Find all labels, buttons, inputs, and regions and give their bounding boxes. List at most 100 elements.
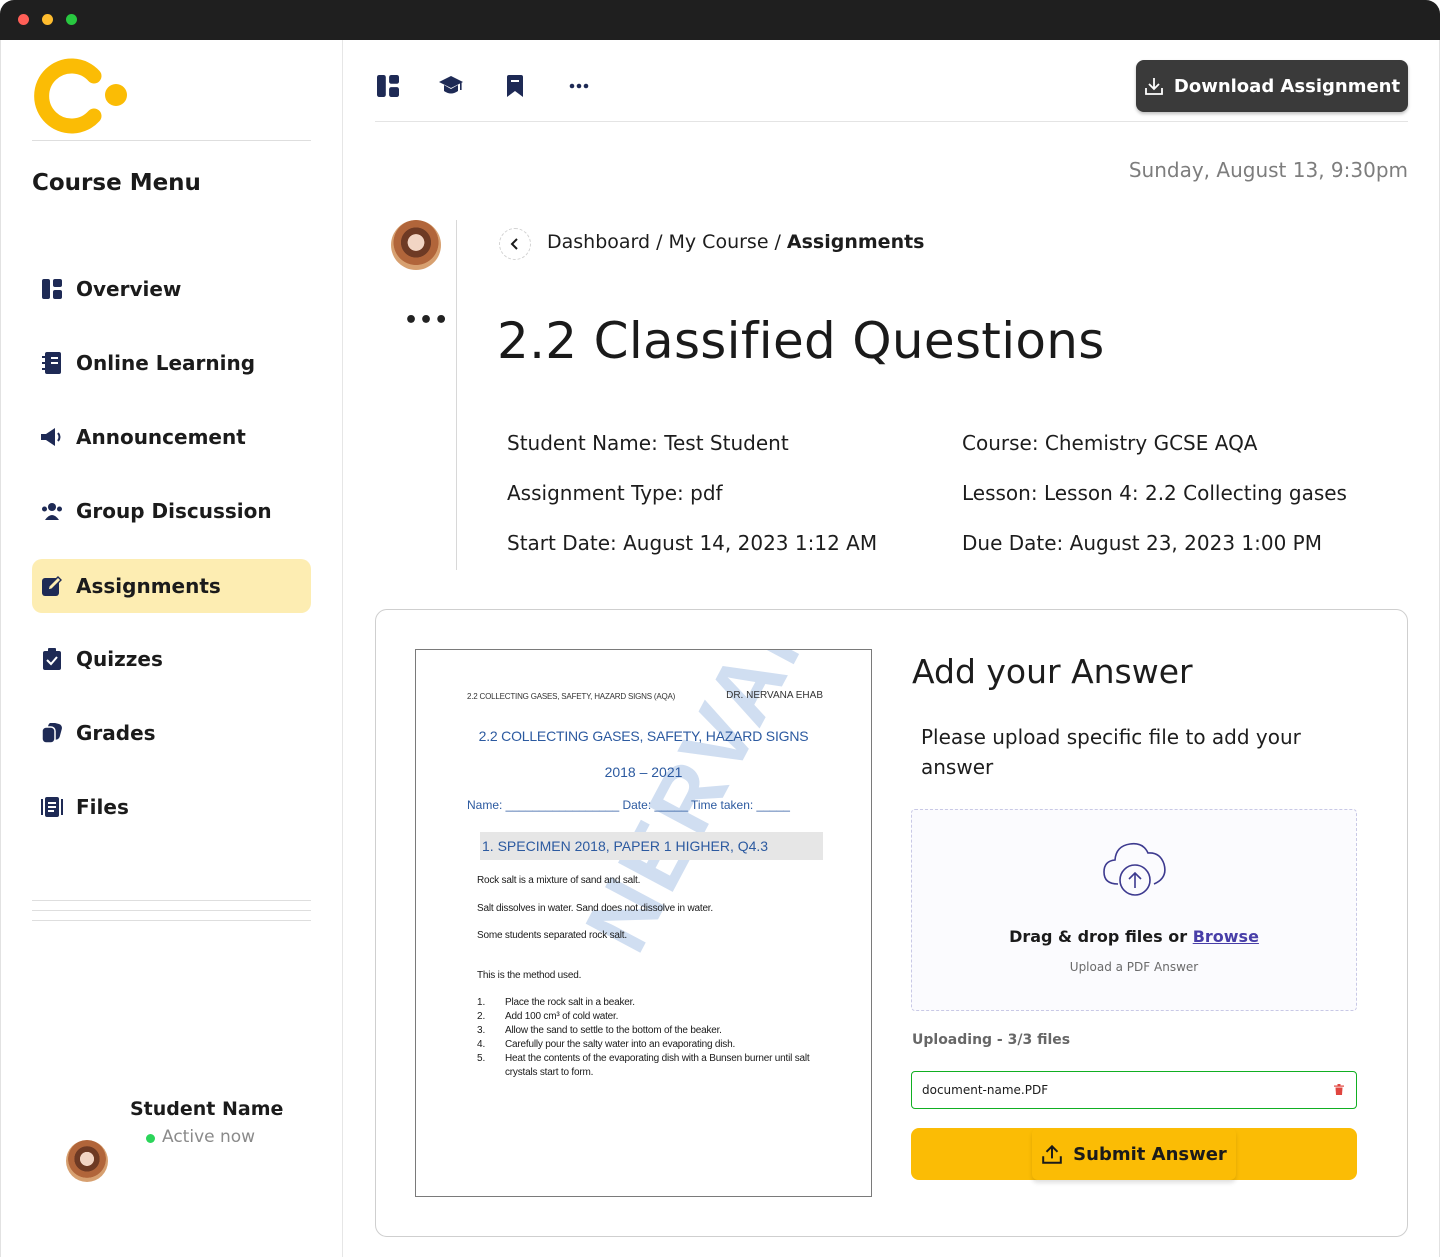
document-question-heading: 1. SPECIMEN 2018, PAPER 1 HIGHER, Q4.3 <box>480 832 823 860</box>
document-step-number: 1. <box>477 997 486 1008</box>
document-step-number: 2. <box>477 1011 486 1022</box>
avatar <box>66 1140 108 1182</box>
dropzone-label: Drag & drop files or <box>1009 927 1188 946</box>
rail-divider <box>456 220 457 570</box>
document-header-left: 2.2 COLLECTING GASES, SAFETY, HAZARD SIG… <box>467 692 676 701</box>
more-icon[interactable]: ••• <box>404 308 449 333</box>
browse-link[interactable]: Browse <box>1193 927 1259 946</box>
sidebar-item-label: Grades <box>76 721 156 745</box>
breadcrumb-my-course[interactable]: My Course <box>669 231 769 253</box>
trash-icon[interactable] <box>1334 1084 1346 1096</box>
uploaded-file-row: document-name.PDF <box>911 1071 1357 1109</box>
document-line: Salt dissolves in water. Sand does not d… <box>477 903 713 914</box>
document-step: crystals start to form. <box>505 1067 594 1078</box>
due-date-info: Due Date: August 23, 2023 1:00 PM <box>962 531 1322 555</box>
upload-status: Uploading - 3/3 files <box>912 1032 1071 1048</box>
clipboard-check-icon <box>41 648 63 670</box>
sidebar-divider <box>32 900 311 901</box>
sidebar-item-overview[interactable]: Overview <box>32 262 311 316</box>
document-step: Heat the contents of the evaporating dis… <box>505 1053 810 1064</box>
breadcrumb: Dashboard / My Course / Assignments <box>547 231 925 253</box>
document-step: Carefully pour the salty water into an e… <box>505 1039 736 1050</box>
group-icon <box>41 500 63 522</box>
submit-button-label: Submit Answer <box>1073 1143 1227 1165</box>
add-answer-description: Please upload specific file to add your … <box>921 725 1301 779</box>
graduation-cap-icon[interactable] <box>437 72 465 100</box>
dropzone-subtext: Upload a PDF Answer <box>1069 960 1199 974</box>
course-menu-title: Course Menu <box>32 170 201 196</box>
document-header-right: DR. NERVANA EHAB <box>726 690 823 701</box>
sidebar-item-announcement[interactable]: Announcement <box>32 410 311 464</box>
download-button-label: Download Assignment <box>1173 75 1401 97</box>
document-step-number: 4. <box>477 1039 486 1050</box>
sidebar-divider <box>32 140 311 141</box>
sidebar-item-assignments[interactable]: Assignments <box>32 559 311 613</box>
files-icon <box>41 796 63 818</box>
grades-icon <box>41 722 63 744</box>
toolbar-divider <box>375 121 1408 122</box>
download-icon <box>1144 76 1164 96</box>
upload-icon <box>1041 1143 1063 1165</box>
dashboard-icon <box>41 278 63 300</box>
uploaded-file-name: document-name.PDF <box>922 1083 1049 1097</box>
dropzone-text: Drag & drop files or Browse <box>912 927 1356 946</box>
assignment-type-info: Assignment Type: pdf <box>507 481 723 505</box>
sidebar-item-label: Assignments <box>76 574 221 598</box>
document-step: Add 100 cm³ of cold water. <box>505 1011 619 1022</box>
profile-status: Active now <box>162 1127 256 1147</box>
avatar[interactable] <box>391 220 441 270</box>
current-date: Sunday, August 13, 9:30pm <box>1128 158 1408 182</box>
page-title: 2.2 Classified Questions <box>497 312 1105 370</box>
sidebar-item-online-learning[interactable]: Online Learning <box>32 336 311 390</box>
edit-icon <box>41 575 63 597</box>
maximize-window-button[interactable] <box>66 14 77 25</box>
chevron-left-icon <box>510 238 518 250</box>
document-line: Some students separated rock salt. <box>477 930 627 941</box>
breadcrumb-dashboard[interactable]: Dashboard <box>547 231 650 253</box>
profile-name: Student Name <box>130 1098 284 1120</box>
sidebar-item-group-discussion[interactable]: Group Discussion <box>32 484 311 538</box>
sidebar-divider <box>32 920 311 921</box>
user-profile[interactable]: Student Name Active now <box>66 1098 316 1182</box>
course-info: Course: Chemistry GCSE AQA <box>962 431 1258 455</box>
sidebar-divider <box>32 910 311 911</box>
start-date-info: Start Date: August 14, 2023 1:12 AM <box>507 531 878 555</box>
lesson-info: Lesson: Lesson 4: 2.2 Collecting gases <box>962 481 1347 505</box>
document-years: 2018 – 2021 <box>604 764 683 780</box>
assignment-document-preview[interactable]: NERVANA EHAB 2.2 COLLECTING GASES, SAFET… <box>415 649 872 1197</box>
notebook-icon <box>41 352 63 374</box>
bookmark-icon[interactable] <box>501 72 529 100</box>
sidebar-item-grades[interactable]: Grades <box>32 706 311 760</box>
document-step-number: 5. <box>477 1053 486 1064</box>
sidebar-item-files[interactable]: Files <box>32 780 311 834</box>
megaphone-icon <box>41 426 63 448</box>
close-window-button[interactable] <box>18 14 29 25</box>
sidebar-item-label: Announcement <box>76 425 246 449</box>
window-titlebar <box>0 0 1440 40</box>
sidebar-item-quizzes[interactable]: Quizzes <box>32 632 311 686</box>
download-assignment-button[interactable]: Download Assignment <box>1136 60 1408 112</box>
document-line: Rock salt is a mixture of sand and salt. <box>477 875 641 886</box>
dashboard-icon[interactable] <box>374 72 402 100</box>
student-name-info: Student Name: Test Student <box>507 431 789 455</box>
document-name-row: Name: _________________ Date: _____ Time… <box>467 798 790 812</box>
document-line: This is the method used. <box>477 970 582 981</box>
sidebar-item-label: Online Learning <box>76 351 256 375</box>
document-step: Place the rock salt in a beaker. <box>505 997 635 1008</box>
minimize-window-button[interactable] <box>42 14 53 25</box>
sidebar-item-label: Quizzes <box>76 647 163 671</box>
breadcrumb-assignments: Assignments <box>786 231 925 253</box>
sidebar-item-label: Overview <box>76 277 182 301</box>
online-status-dot <box>146 1134 155 1143</box>
submit-button-content: Submit Answer <box>1032 1128 1236 1180</box>
app-logo[interactable] <box>32 58 132 134</box>
file-dropzone[interactable]: Drag & drop files or Browse Upload a PDF… <box>911 809 1357 1011</box>
more-icon[interactable] <box>565 72 593 100</box>
add-answer-title: Add your Answer <box>912 652 1193 691</box>
document-step-number: 3. <box>477 1025 486 1036</box>
sidebar-item-label: Group Discussion <box>76 499 272 523</box>
back-button[interactable] <box>499 228 531 260</box>
document-step: Allow the sand to settle to the bottom o… <box>505 1025 722 1036</box>
sidebar-item-label: Files <box>76 795 129 819</box>
submit-answer-button[interactable]: Submit Answer <box>911 1128 1357 1180</box>
